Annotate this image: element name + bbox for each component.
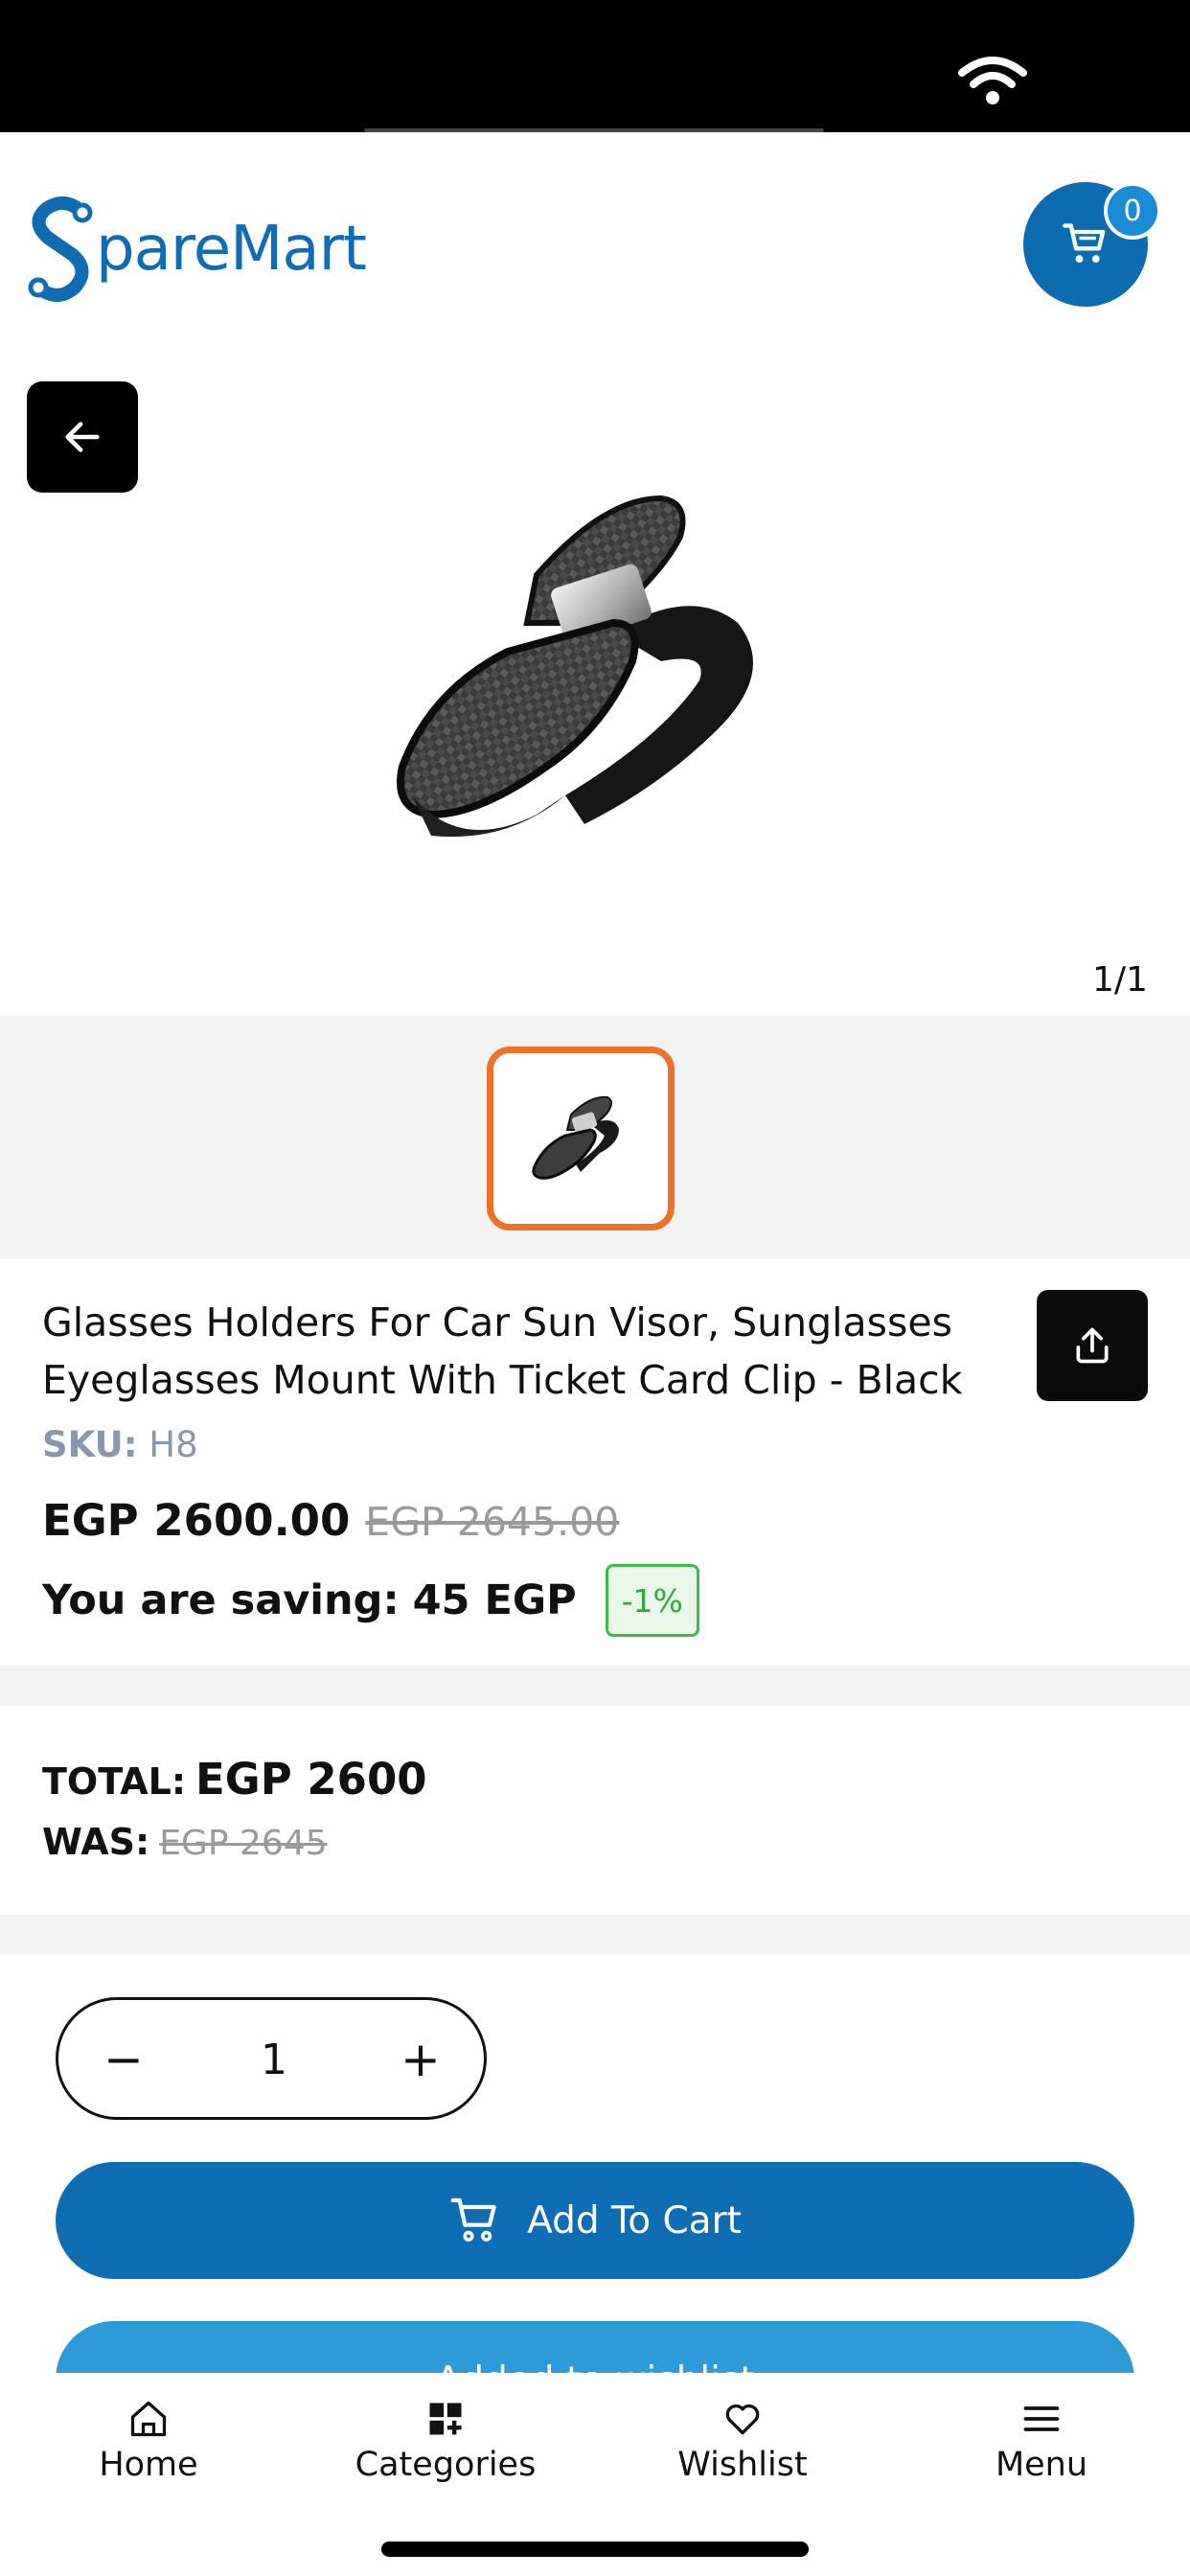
app-header: pareMart 0 xyxy=(0,132,1190,362)
sparemart-logo[interactable]: pareMart xyxy=(27,192,367,307)
heart-icon xyxy=(725,2404,760,2435)
section-divider xyxy=(0,1666,1190,1706)
original-price: EGP 2645.00 xyxy=(365,1499,620,1545)
product-title: Glasses Holders For Car Sun Visor, Sungl… xyxy=(42,1300,963,1403)
cart-icon xyxy=(1063,223,1106,264)
cart-count-badge: 0 xyxy=(1104,182,1161,240)
sku: SKU: H8 xyxy=(42,1424,198,1465)
status-bar xyxy=(0,0,1190,132)
current-price: EGP 2600.00 xyxy=(42,1495,351,1546)
cart-icon xyxy=(450,2197,496,2242)
product-image[interactable] xyxy=(374,479,814,891)
back-button[interactable] xyxy=(27,381,138,493)
quantity-value: 1 xyxy=(261,2035,287,2084)
totals-section: TOTAL: EGP 2600 WAS: EGP 2645 xyxy=(0,1706,1190,1915)
nav-home-label: Home xyxy=(99,2446,198,2484)
add-to-cart-button[interactable]: Add To Cart xyxy=(56,2162,1134,2279)
bottom-nav: Home Categories Wishlist Menu xyxy=(0,2373,1190,2576)
thumbnail-strip xyxy=(0,1016,1190,1259)
share-button[interactable] xyxy=(1037,1290,1148,1401)
image-counter: 1/1 xyxy=(1092,960,1148,1000)
price-row: EGP 2600.00 EGP 2645.00 xyxy=(42,1495,619,1546)
nav-wishlist[interactable]: Wishlist xyxy=(623,2398,862,2484)
saving-value: 45 EGP xyxy=(412,1576,577,1624)
was-row: WAS: EGP 2645 xyxy=(42,1821,328,1863)
arrow-left-icon xyxy=(65,422,100,452)
was-value: EGP 2645 xyxy=(159,1824,328,1863)
categories-icon xyxy=(429,2403,462,2435)
decrease-quantity-button[interactable]: − xyxy=(87,2023,160,2096)
total-row: TOTAL: EGP 2600 xyxy=(42,1754,427,1805)
logo-text: pareMart xyxy=(96,214,367,285)
thumbnail-selected[interactable] xyxy=(487,1046,675,1230)
increase-quantity-button[interactable]: + xyxy=(384,2023,457,2096)
saving-row: You are saving: 45 EGP -1% xyxy=(42,1564,699,1637)
was-label: WAS: xyxy=(42,1821,150,1863)
nav-home[interactable]: Home xyxy=(29,2398,268,2484)
total-label: TOTAL: xyxy=(42,1760,187,1803)
saving-label: You are saving: xyxy=(42,1576,400,1624)
home-indicator xyxy=(381,2542,809,2557)
nav-menu-label: Menu xyxy=(995,2446,1088,2484)
add-to-cart-label: Add To Cart xyxy=(527,2198,742,2242)
sku-value: H8 xyxy=(149,1424,198,1465)
product-info: Glasses Holders For Car Sun Visor, Sungl… xyxy=(0,1259,1190,1666)
nav-categories[interactable]: Categories xyxy=(326,2398,565,2484)
menu-icon xyxy=(1023,2406,1060,2431)
home-icon xyxy=(130,2401,167,2437)
quantity-stepper: − 1 + xyxy=(56,1997,487,2120)
sku-label: SKU: xyxy=(42,1424,138,1465)
nav-menu[interactable]: Menu xyxy=(922,2398,1161,2484)
nav-categories-label: Categories xyxy=(355,2446,537,2484)
section-divider xyxy=(0,1915,1190,1955)
total-value: EGP 2600 xyxy=(195,1754,427,1805)
share-icon xyxy=(1076,1327,1109,1364)
logo-s-mark xyxy=(28,196,93,302)
nav-wishlist-label: Wishlist xyxy=(677,2446,808,2484)
thumbnail-image xyxy=(532,1095,619,1180)
wifi-icon xyxy=(958,57,1027,104)
discount-badge: -1% xyxy=(605,1564,699,1637)
